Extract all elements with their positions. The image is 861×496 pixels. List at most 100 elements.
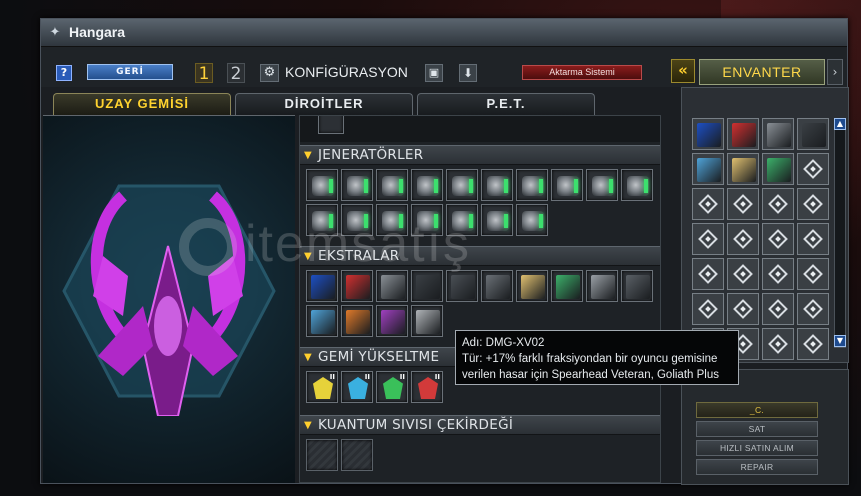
inventory-slot[interactable] bbox=[727, 293, 759, 325]
upgrade-slot[interactable]: II bbox=[341, 371, 373, 403]
extra-slot[interactable] bbox=[306, 305, 338, 337]
section-extras-header[interactable]: ▼ EKSTRALAR bbox=[300, 246, 660, 266]
extra-slot[interactable] bbox=[621, 270, 653, 302]
generator-slot[interactable] bbox=[481, 204, 513, 236]
generator-slot[interactable] bbox=[306, 169, 338, 201]
tab-pet[interactable]: P.E.T. bbox=[417, 93, 595, 115]
sell-button[interactable]: SAT bbox=[696, 421, 818, 437]
inventory-slot[interactable] bbox=[762, 328, 794, 360]
inventory-slot[interactable] bbox=[762, 118, 794, 150]
extra-slot[interactable] bbox=[446, 270, 478, 302]
extra-slot[interactable] bbox=[376, 270, 408, 302]
generator-slot[interactable] bbox=[376, 169, 408, 201]
extra-slot[interactable] bbox=[516, 270, 548, 302]
extra-slot[interactable] bbox=[411, 270, 443, 302]
download-icon[interactable]: ⬇ bbox=[459, 64, 477, 82]
quick-buy-button[interactable]: HIZLI SATIN ALIM bbox=[696, 440, 818, 456]
section-quantum-header[interactable]: ▼ KUANTUM SIVISI ÇEKİRDEĞİ bbox=[300, 415, 660, 435]
inventory-next-button[interactable]: › bbox=[827, 59, 843, 85]
inventory-item-icon bbox=[732, 123, 756, 147]
generator-slot[interactable] bbox=[516, 204, 548, 236]
inventory-scrollbar[interactable]: ▲ ▼ bbox=[834, 118, 846, 348]
generator-slot[interactable] bbox=[516, 169, 548, 201]
upgrade-slot[interactable]: II bbox=[306, 371, 338, 403]
extra-slot[interactable] bbox=[341, 305, 373, 337]
scroll-down-icon[interactable]: ▼ bbox=[834, 335, 846, 347]
config-gear-icon[interactable]: ⚙ bbox=[260, 64, 279, 82]
inventory-slot[interactable] bbox=[797, 328, 829, 360]
inventory-slot[interactable] bbox=[727, 258, 759, 290]
inventory-slot[interactable] bbox=[692, 118, 724, 150]
inventory-slot[interactable] bbox=[762, 258, 794, 290]
extra-item-icon bbox=[521, 275, 545, 299]
inventory-slot[interactable] bbox=[727, 223, 759, 255]
inventory-slot[interactable] bbox=[727, 153, 759, 185]
upgrade-slot[interactable]: II bbox=[376, 371, 408, 403]
generator-slot[interactable] bbox=[481, 169, 513, 201]
generator-slot[interactable] bbox=[341, 204, 373, 236]
inventory-slot[interactable] bbox=[692, 293, 724, 325]
help-button[interactable]: ? bbox=[56, 65, 72, 81]
generator-slot[interactable] bbox=[446, 204, 478, 236]
inventory-slot[interactable] bbox=[797, 153, 829, 185]
inventory-slot[interactable] bbox=[692, 223, 724, 255]
generator-slot[interactable] bbox=[341, 169, 373, 201]
extra-slot[interactable] bbox=[481, 270, 513, 302]
gear-wrench-icon: ✦ bbox=[49, 25, 61, 40]
extra-slot[interactable] bbox=[376, 305, 408, 337]
inventory-slot[interactable] bbox=[762, 153, 794, 185]
generator-glow bbox=[434, 179, 438, 193]
config-2-button[interactable]: 2 bbox=[227, 63, 245, 84]
inventory-slot[interactable] bbox=[692, 258, 724, 290]
generator-slot[interactable] bbox=[621, 169, 653, 201]
inventory-slot[interactable] bbox=[762, 293, 794, 325]
section-generators-header[interactable]: ▼ JENERATÖRLER bbox=[300, 145, 660, 165]
collapse-triangle-icon: ▼ bbox=[304, 150, 312, 161]
inventory-slot[interactable] bbox=[797, 223, 829, 255]
inventory-slot[interactable] bbox=[692, 153, 724, 185]
extra-item-icon bbox=[556, 275, 580, 299]
extra-slot[interactable] bbox=[551, 270, 583, 302]
extra-slot[interactable] bbox=[586, 270, 618, 302]
module-icon bbox=[768, 264, 788, 284]
inventory-slot[interactable] bbox=[727, 118, 759, 150]
config-label: KONFİGÜRASYON bbox=[285, 64, 408, 80]
generator-slot[interactable] bbox=[306, 204, 338, 236]
back-button[interactable]: GERİ bbox=[87, 64, 173, 80]
extra-item-icon bbox=[451, 275, 475, 299]
inventory-slot[interactable] bbox=[762, 223, 794, 255]
tab-spaceship[interactable]: UZAY GEMİSİ bbox=[53, 93, 231, 115]
inventory-slot[interactable] bbox=[797, 188, 829, 220]
tab-drones[interactable]: DİROİTLER bbox=[235, 93, 413, 115]
title-bar[interactable]: ✦ Hangara bbox=[41, 19, 847, 47]
scroll-up-icon[interactable]: ▲ bbox=[834, 118, 846, 130]
transfer-system-button[interactable]: Aktarma Sistemi bbox=[522, 65, 642, 80]
generator-slot[interactable] bbox=[411, 204, 443, 236]
upgrade-slot[interactable]: II bbox=[411, 371, 443, 403]
inventory-button[interactable]: ENVANTER bbox=[699, 59, 825, 85]
inventory-collapse-button[interactable]: « bbox=[671, 59, 695, 83]
extra-slot[interactable] bbox=[306, 270, 338, 302]
generator-slot[interactable] bbox=[551, 169, 583, 201]
quantum-slot[interactable] bbox=[306, 439, 338, 471]
hangar-window: ✦ Hangara ? GERİ 1 2 ⚙ KONFİGÜRASYON ▣ ⬇… bbox=[40, 18, 849, 485]
generator-slot[interactable] bbox=[376, 204, 408, 236]
inventory-slot[interactable] bbox=[727, 188, 759, 220]
extra-slot[interactable] bbox=[411, 305, 443, 337]
inventory-slot[interactable] bbox=[692, 188, 724, 220]
generator-slot[interactable] bbox=[586, 169, 618, 201]
config-1-button[interactable]: 1 bbox=[195, 63, 213, 84]
tooltip-name: Adı: DMG-XV02 bbox=[462, 337, 545, 349]
inventory-slot[interactable] bbox=[797, 258, 829, 290]
ship-preview-panel bbox=[43, 115, 295, 483]
equipment-slot[interactable] bbox=[318, 116, 344, 134]
generator-slot[interactable] bbox=[446, 169, 478, 201]
inventory-slot[interactable] bbox=[797, 293, 829, 325]
generator-slot[interactable] bbox=[411, 169, 443, 201]
extra-slot[interactable] bbox=[341, 270, 373, 302]
inventory-slot[interactable] bbox=[797, 118, 829, 150]
save-icon[interactable]: ▣ bbox=[425, 64, 443, 82]
repair-button[interactable]: REPAIR bbox=[696, 459, 818, 475]
inventory-slot[interactable] bbox=[762, 188, 794, 220]
quantum-slot[interactable] bbox=[341, 439, 373, 471]
